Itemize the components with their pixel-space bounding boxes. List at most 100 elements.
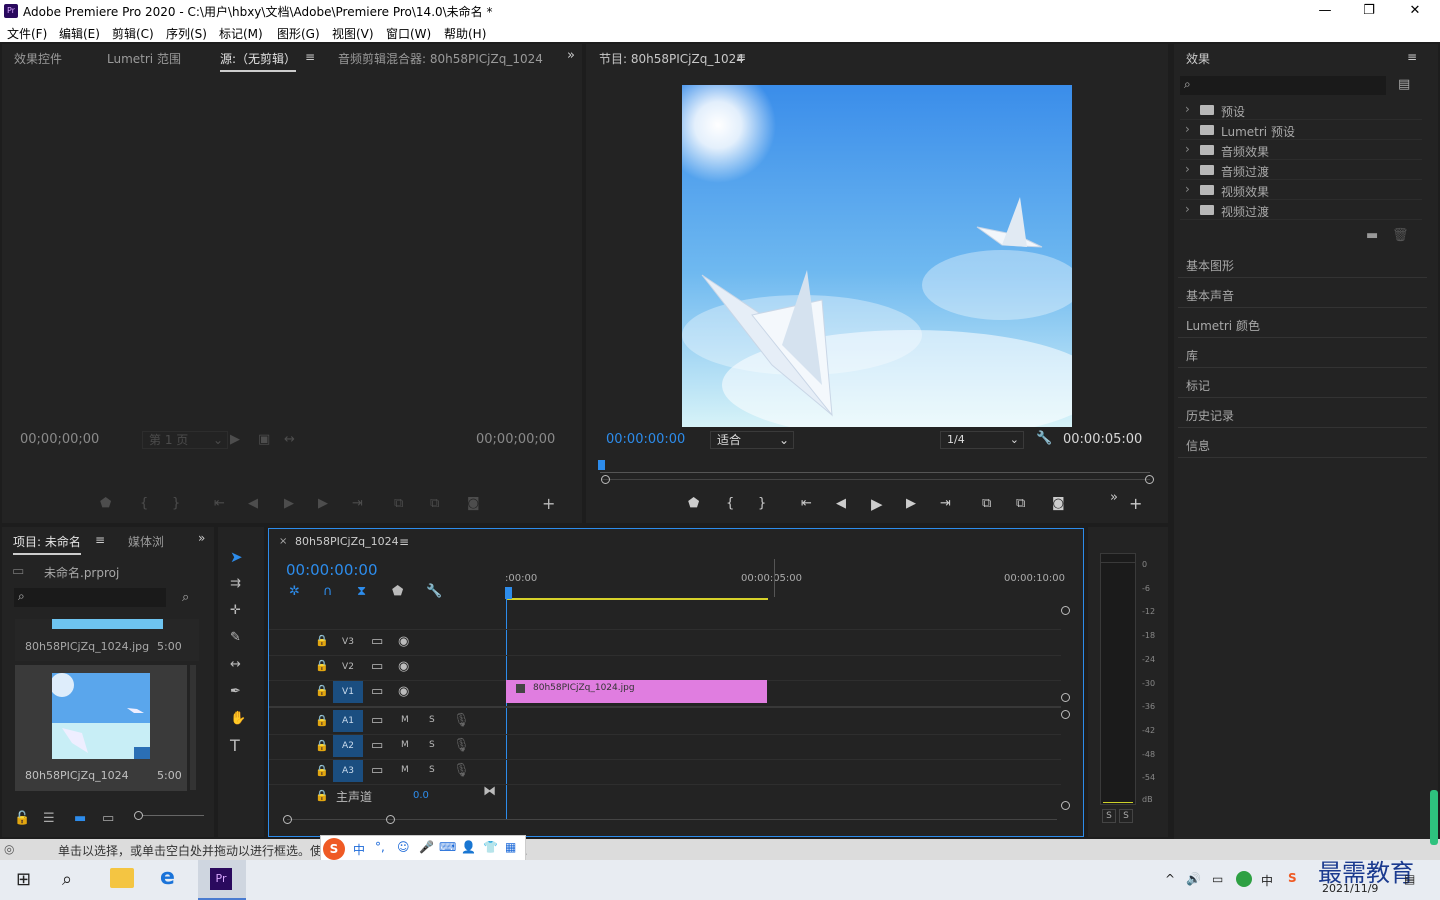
effects-tree-item[interactable]: › 视频过渡 bbox=[1180, 200, 1422, 220]
file-explorer-icon[interactable] bbox=[110, 868, 134, 888]
tab-media-browser[interactable]: 媒体浏 bbox=[128, 533, 164, 550]
master-volume[interactable]: 0.0 bbox=[413, 790, 429, 801]
track-label-a1[interactable]: A1 bbox=[333, 710, 363, 732]
step-forward-icon[interactable]: ▶ bbox=[906, 496, 916, 512]
project-menu-icon[interactable]: ≡ bbox=[95, 533, 105, 547]
wrench-icon[interactable]: 🔧 bbox=[426, 584, 442, 600]
step-forward-icon[interactable]: ▶ bbox=[318, 496, 328, 512]
zoom-slider-handle[interactable] bbox=[134, 811, 143, 820]
go-to-out-icon[interactable]: ⇥ bbox=[352, 496, 363, 512]
overwrite-icon[interactable]: ⧉ bbox=[430, 496, 439, 512]
effects-menu-icon[interactable]: ≡ bbox=[1407, 50, 1417, 64]
track-label-a2[interactable]: A2 bbox=[333, 735, 363, 757]
work-area-bar[interactable] bbox=[506, 598, 768, 600]
sync-lock-icon[interactable]: ▭ bbox=[371, 634, 383, 650]
section-history[interactable]: 历史记录 bbox=[1178, 398, 1427, 428]
export-frame-icon[interactable]: ◙ bbox=[1052, 496, 1065, 512]
razor-tool-icon[interactable]: ✎ bbox=[230, 630, 241, 646]
menu-view[interactable]: 视图(V) bbox=[332, 25, 374, 42]
tab-program[interactable]: 节目: 80h58PICjZq_1024 bbox=[599, 50, 744, 67]
timeline-timecode[interactable]: 00:00:00:00 bbox=[286, 561, 378, 579]
track-select-tool-icon[interactable]: ⇉ bbox=[230, 576, 241, 592]
program-panel-menu-icon[interactable]: ≡ bbox=[736, 50, 746, 64]
tray-chevron-up-icon[interactable]: ^ bbox=[1165, 872, 1175, 886]
tab-source[interactable]: 源:（无剪辑） bbox=[220, 50, 297, 72]
tab-sequence[interactable]: 80h58PICjZq_1024 bbox=[295, 535, 399, 548]
audio-vscroll-handle-top[interactable] bbox=[1061, 710, 1070, 719]
section-essential-sound[interactable]: 基本声音 bbox=[1178, 278, 1427, 308]
pen-tool-icon[interactable]: ✒ bbox=[230, 684, 241, 700]
notification-icon[interactable]: ▤ bbox=[1404, 872, 1415, 886]
emoji-icon[interactable]: ☺ bbox=[397, 840, 410, 854]
hscroll-handle-right[interactable] bbox=[386, 815, 395, 824]
program-timecode[interactable]: 00:00:00:00 bbox=[606, 432, 685, 447]
menu-clip[interactable]: 剪辑(C) bbox=[112, 25, 154, 42]
section-libraries[interactable]: 库 bbox=[1178, 338, 1427, 368]
lock-icon[interactable]: 🔒 bbox=[315, 788, 329, 804]
hand-tool-icon[interactable]: ✋ bbox=[230, 711, 246, 727]
track-label-v3[interactable]: V3 bbox=[333, 631, 363, 653]
minimize-button[interactable]: — bbox=[1302, 0, 1348, 22]
close-button[interactable]: ✕ bbox=[1392, 0, 1438, 22]
go-to-in-icon[interactable]: ⇤ bbox=[801, 496, 812, 512]
sync-lock-icon[interactable]: ▭ bbox=[371, 713, 383, 729]
lock-icon[interactable]: 🔒 bbox=[315, 713, 329, 729]
ime-mode[interactable]: 中 bbox=[353, 841, 365, 858]
section-essential-graphics[interactable]: 基本图形 bbox=[1178, 248, 1427, 278]
track-label-v1[interactable]: V1 bbox=[333, 681, 363, 703]
go-to-in-icon[interactable]: ⇤ bbox=[214, 496, 225, 512]
audio-vscroll-handle-bottom[interactable] bbox=[1061, 801, 1070, 810]
microphone-icon[interactable]: 🎙 bbox=[453, 763, 470, 779]
timeline-menu-icon[interactable]: ≡ bbox=[399, 535, 409, 549]
edge-browser-icon[interactable]: e bbox=[160, 865, 175, 890]
panel-overflow-icon[interactable]: » bbox=[1110, 490, 1118, 506]
sync-lock-icon[interactable]: ▭ bbox=[371, 684, 383, 700]
effects-tree-item[interactable]: › 音频效果 bbox=[1180, 140, 1422, 160]
premiere-taskbar-button[interactable]: Pr bbox=[198, 860, 246, 900]
zoom-slider[interactable] bbox=[136, 815, 204, 816]
snap-icon[interactable]: ∩ bbox=[323, 584, 333, 600]
tab-lumetri-scopes[interactable]: Lumetri 范围 bbox=[107, 50, 181, 67]
zoom-handle-right[interactable] bbox=[1145, 475, 1154, 484]
playhead-marker[interactable] bbox=[598, 460, 605, 470]
section-info[interactable]: 信息 bbox=[1178, 428, 1427, 458]
section-markers[interactable]: 标记 bbox=[1178, 368, 1427, 398]
extract-icon[interactable]: ⧉ bbox=[1016, 496, 1025, 512]
microphone-icon[interactable]: 🎙 bbox=[453, 713, 470, 729]
panel-overflow-icon[interactable]: » bbox=[567, 48, 575, 63]
security-icon[interactable] bbox=[1236, 871, 1252, 887]
skin-icon[interactable]: 👕 bbox=[483, 840, 498, 854]
add-marker-icon[interactable]: ⬟ bbox=[392, 584, 403, 600]
effects-tree-item[interactable]: › 视频效果 bbox=[1180, 180, 1422, 200]
step-back-icon[interactable]: ◀ bbox=[836, 496, 846, 512]
vscroll-handle-top[interactable] bbox=[1061, 606, 1070, 615]
solo-button[interactable]: S bbox=[429, 740, 435, 750]
play-small-icon[interactable]: ▶ bbox=[230, 432, 240, 448]
microphone-icon[interactable]: 🎤 bbox=[419, 840, 434, 854]
ime-toolbar[interactable]: S 中 °, ☺ 🎤 ⌨ 👤 👕 ▦ bbox=[320, 835, 526, 861]
project-item[interactable]: 80h58PICjZq_1024.jpg 5:00 bbox=[15, 619, 199, 661]
effects-tree-item[interactable]: › Lumetri 预设 bbox=[1180, 120, 1422, 140]
folder-icon[interactable]: ▬ bbox=[1366, 228, 1378, 244]
solo-button[interactable]: S bbox=[429, 765, 435, 775]
network-icon[interactable]: ▭ bbox=[1212, 872, 1223, 886]
project-scrollbar[interactable] bbox=[190, 665, 196, 790]
eye-icon[interactable]: ◉ bbox=[398, 659, 409, 675]
eye-icon[interactable]: ◉ bbox=[398, 684, 409, 700]
lock-icon[interactable]: 🔒 bbox=[315, 763, 329, 779]
timeline-clip[interactable]: 80h58PICjZq_1024.jpg bbox=[506, 680, 767, 703]
mute-button[interactable]: M bbox=[401, 765, 409, 775]
lock-icon[interactable]: 🔒 bbox=[315, 633, 329, 649]
tab-effect-controls[interactable]: 效果控件 bbox=[14, 50, 62, 67]
solo-button[interactable]: S bbox=[429, 715, 435, 725]
freeform-view-icon[interactable]: ▭ bbox=[102, 811, 114, 827]
lock-icon[interactable]: 🔓 bbox=[14, 811, 30, 827]
project-item[interactable]: 80h58PICjZq_1024 5:00 bbox=[15, 665, 187, 791]
menu-file[interactable]: 文件(F) bbox=[7, 25, 47, 42]
search-icon[interactable]: ⌕ bbox=[62, 869, 72, 890]
maximize-button[interactable]: ❐ bbox=[1346, 0, 1392, 22]
eye-icon[interactable]: ◉ bbox=[398, 634, 409, 650]
wrench-icon[interactable]: 🔧 bbox=[1036, 431, 1052, 447]
windows-start-icon[interactable]: ⊞ bbox=[16, 869, 31, 890]
effects-title[interactable]: 效果 bbox=[1186, 50, 1210, 67]
